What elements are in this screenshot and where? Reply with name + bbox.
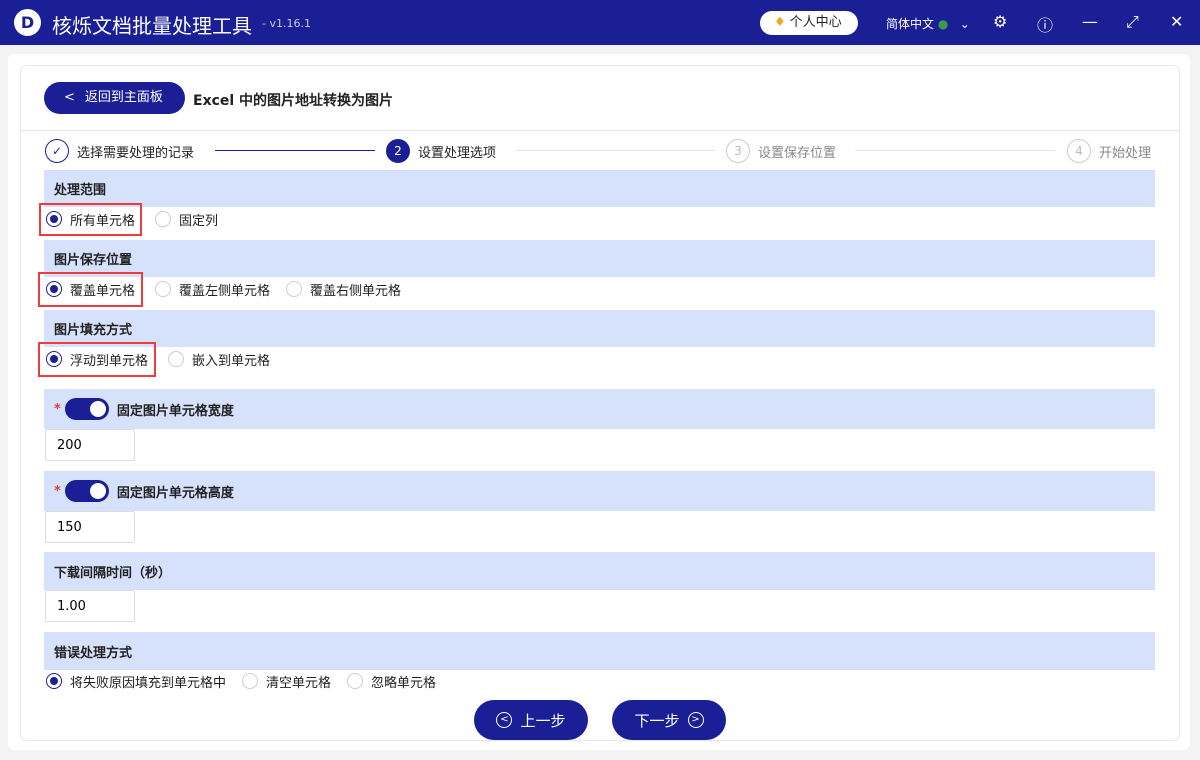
language-select[interactable]: 简体中文 ● ⌄ [886, 15, 970, 32]
personal-center-label: 个人中心 [789, 15, 842, 30]
app-logo: D [14, 9, 41, 36]
step-number: 2 [386, 139, 410, 163]
radio-circle [168, 351, 185, 367]
next-step-button[interactable]: 下一步 > [612, 700, 726, 740]
next-label: 下一步 [634, 711, 680, 730]
fill-mode-options: 浮动到单元格 嵌入到单元格 [37, 341, 286, 377]
section-save-position-header: 图片保存位置 [44, 240, 1155, 277]
step-label: 设置处理选项 [418, 145, 497, 161]
interval-input[interactable] [45, 590, 135, 622]
step-label: 设置保存位置 [758, 145, 837, 161]
close-icon[interactable]: ✕ [1170, 12, 1183, 31]
radio-float-to-cell[interactable]: 浮动到单元格 [37, 341, 157, 377]
back-label: 返回到主面板 [84, 90, 163, 105]
step-connector [855, 150, 1055, 151]
section-fixed-width-header: * 固定图片单元格宽度 [44, 389, 1155, 429]
language-label: 简体中文 [886, 17, 935, 31]
section-range-header: 处理范围 [44, 170, 1155, 207]
radio-circle [347, 673, 364, 689]
step-label: 开始处理 [1099, 145, 1152, 161]
radio-all-cells[interactable]: 所有单元格 [38, 202, 143, 236]
step-2: 2 设置处理选项 [386, 139, 496, 163]
radio-circle [46, 351, 62, 367]
radio-label: 覆盖单元格 [70, 283, 136, 299]
chevron-left-icon: < [64, 90, 75, 105]
maximize-icon[interactable]: ⤢ [1126, 12, 1139, 32]
radio-fill-reason[interactable]: 将失败原因填充到单元格中 [46, 672, 226, 691]
title-bar: D 核烁文档批量处理工具 - v1.16.1 ♦ 个人中心 简体中文 ● ⌄ ⚙ … [0, 0, 1200, 45]
app-version: - v1.16.1 [262, 17, 311, 30]
section-fixed-height-header: * 固定图片单元格高度 [44, 471, 1155, 511]
section-error-handling-header: 错误处理方式 [44, 632, 1155, 670]
required-mark: * [54, 401, 61, 417]
radio-overwrite-cell[interactable]: 覆盖单元格 [37, 271, 144, 307]
divider [21, 130, 1179, 131]
personal-center-button[interactable]: ♦ 个人中心 [760, 11, 858, 35]
globe-icon: ● [937, 17, 949, 31]
radio-overwrite-left-cell[interactable]: 覆盖左侧单元格 [155, 280, 270, 299]
gear-icon[interactable]: ⚙ [993, 12, 1007, 31]
section-fill-mode-header: 图片填充方式 [44, 310, 1155, 347]
radio-label: 覆盖左侧单元格 [179, 283, 271, 299]
back-to-main-button[interactable]: < 返回到主面板 [44, 82, 185, 114]
width-input[interactable] [45, 429, 135, 461]
range-options: 所有单元格 固定列 [38, 202, 234, 236]
diamond-icon: ♦ [774, 15, 786, 30]
radio-label: 浮动到单元格 [70, 353, 149, 369]
radio-circle [46, 281, 62, 297]
radio-label: 嵌入到单元格 [192, 353, 271, 369]
check-icon: ✓ [45, 139, 69, 163]
section-title: 固定图片单元格高度 [116, 485, 234, 501]
chevron-down-icon: ⌄ [959, 17, 970, 31]
step-4: 4 开始处理 [1067, 139, 1151, 163]
step-label: 选择需要处理的记录 [77, 145, 195, 161]
step-number: 4 [1067, 139, 1091, 163]
radio-label: 忽略单元格 [371, 675, 437, 691]
step-number: 3 [726, 139, 750, 163]
radio-ignore-cell[interactable]: 忽略单元格 [347, 672, 436, 691]
prev-label: 上一步 [520, 711, 566, 730]
radio-overwrite-right-cell[interactable]: 覆盖右侧单元格 [286, 280, 401, 299]
section-download-interval-header: 下载间隔时间（秒） [44, 552, 1155, 590]
radio-circle [46, 211, 62, 227]
page-title: Excel 中的图片地址转换为图片 [193, 93, 394, 109]
radio-label: 将失败原因填充到单元格中 [70, 675, 227, 691]
radio-label: 固定列 [179, 213, 219, 229]
minimize-icon[interactable]: — [1082, 12, 1098, 31]
radio-circle [286, 281, 303, 297]
required-mark: * [54, 483, 61, 499]
height-input[interactable] [45, 511, 135, 543]
save-position-options: 覆盖单元格 覆盖左侧单元格 覆盖右侧单元格 [37, 271, 417, 307]
fixed-height-toggle[interactable] [64, 480, 109, 502]
fixed-width-toggle[interactable] [64, 398, 109, 420]
step-connector [215, 150, 375, 151]
section-title: 固定图片单元格宽度 [116, 403, 234, 419]
step-3: 3 设置保存位置 [726, 139, 836, 163]
radio-label: 所有单元格 [70, 213, 136, 229]
radio-label: 清空单元格 [266, 675, 332, 691]
radio-circle [46, 673, 62, 689]
radio-label: 覆盖右侧单元格 [310, 283, 402, 299]
radio-fixed-column[interactable]: 固定列 [155, 210, 218, 229]
app-title: 核烁文档批量处理工具 [52, 14, 252, 38]
prev-step-button[interactable]: < 上一步 [474, 700, 588, 740]
radio-embed-in-cell[interactable]: 嵌入到单元格 [168, 350, 270, 369]
error-handling-options: 将失败原因填充到单元格中 清空单元格 忽略单元格 [44, 671, 452, 691]
step-1: ✓ 选择需要处理的记录 [45, 139, 194, 163]
step-connector [515, 150, 715, 151]
chevron-right-circle-icon: > [687, 712, 704, 728]
help-icon[interactable]: ⓘ [1037, 12, 1053, 36]
radio-clear-cell[interactable]: 清空单元格 [242, 672, 331, 691]
radio-circle [155, 281, 172, 297]
radio-circle [155, 211, 172, 227]
radio-circle [242, 673, 259, 689]
chevron-left-circle-icon: < [496, 712, 513, 728]
